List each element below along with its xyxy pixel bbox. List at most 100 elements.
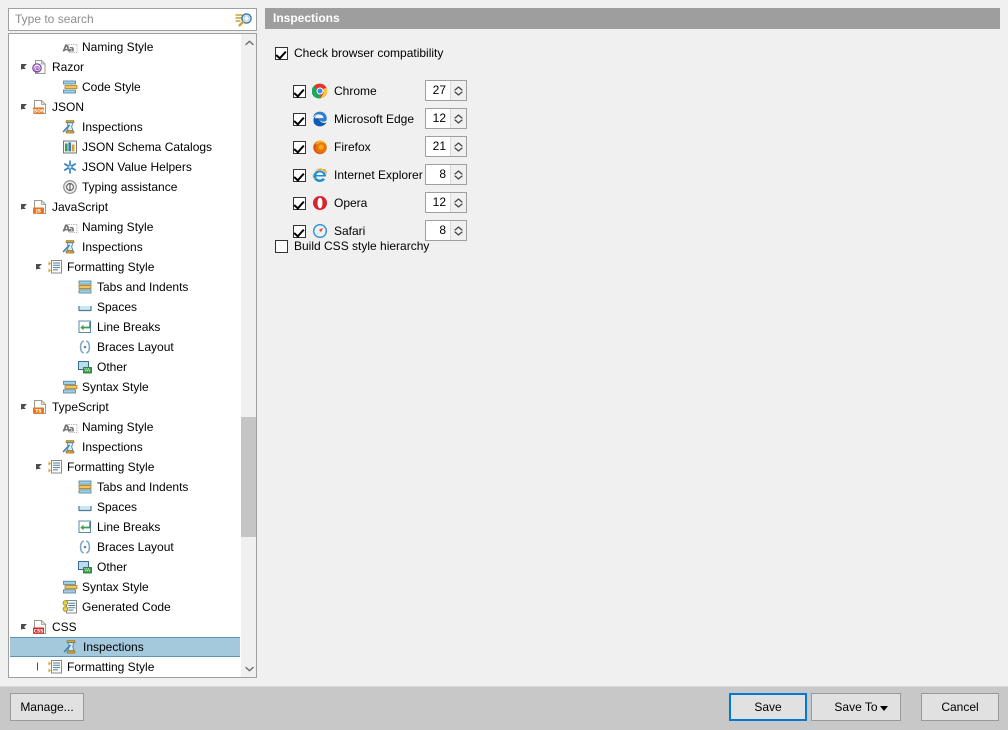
- build-css-style-hierarchy-label: Build CSS style hierarchy: [294, 239, 430, 253]
- save-to-button[interactable]: Save To: [811, 693, 901, 721]
- tree-item-json-schema-catalogs[interactable]: JSON Schema Catalogs: [9, 137, 240, 157]
- tree-item-naming-style[interactable]: Aa Naming Style: [9, 217, 240, 237]
- version-value-internet-explorer[interactable]: 8: [426, 165, 450, 184]
- tree-item-syntax-style[interactable]: Syntax Style: [9, 377, 240, 397]
- version-value-safari[interactable]: 8: [426, 221, 450, 240]
- tree-item-typing-assistance[interactable]: Typing assistance: [9, 177, 240, 197]
- browser-checkbox-microsoft-edge[interactable]: [293, 112, 306, 126]
- settings-tree[interactable]: Aa Naming Style @ Razor Code Style JSON JSON In…: [8, 33, 257, 678]
- tree-item-formatting-style[interactable]: Formatting Style: [9, 257, 240, 277]
- check-browser-compatibility-checkbox[interactable]: [275, 46, 288, 60]
- spinner-down-icon[interactable]: [454, 118, 463, 124]
- browser-checkbox-chrome[interactable]: [293, 84, 306, 98]
- browser-row-opera[interactable]: Opera: [293, 193, 367, 213]
- spinner-down-icon[interactable]: [454, 146, 463, 152]
- browser-checkbox-internet-explorer[interactable]: [293, 168, 306, 182]
- tree-item-naming-style[interactable]: Aa Naming Style: [9, 417, 240, 437]
- browser-row-microsoft-edge[interactable]: Microsoft Edge: [293, 109, 414, 129]
- tree-item-spaces[interactable]: Spaces: [9, 497, 240, 517]
- browser-label-chrome: Chrome: [334, 84, 377, 98]
- tree-item-spaces[interactable]: Spaces: [9, 297, 240, 317]
- tree-item-json[interactable]: JSON JSON: [9, 97, 240, 117]
- save-button[interactable]: Save: [729, 693, 807, 721]
- tree-item-generated-code[interactable]: Generated Code: [9, 597, 240, 617]
- tree-item-inspections[interactable]: Inspections: [9, 437, 240, 457]
- version-value-opera[interactable]: 12: [426, 193, 450, 212]
- expand-arrow-right-icon[interactable]: [34, 657, 47, 677]
- version-spinner-internet-explorer[interactable]: 8: [425, 164, 467, 185]
- tree-item-line-breaks[interactable]: Line Breaks: [9, 517, 240, 537]
- expand-arrow-down-icon[interactable]: [19, 97, 32, 117]
- version-value-microsoft-edge[interactable]: 12: [426, 109, 450, 128]
- tree-item-json-value-helpers[interactable]: JSON Value Helpers: [9, 157, 240, 177]
- version-value-firefox[interactable]: 21: [426, 137, 450, 156]
- tree-item-other[interactable]: Other: [9, 557, 240, 577]
- tree-item-formatting-style[interactable]: Formatting Style: [9, 657, 240, 677]
- spinner-buttons-firefox[interactable]: [450, 137, 466, 156]
- manage-button[interactable]: Manage...: [10, 693, 84, 721]
- tree-vertical-scrollbar[interactable]: [240, 34, 256, 677]
- build-css-style-hierarchy-row[interactable]: Build CSS style hierarchy: [275, 236, 429, 256]
- expand-arrow-down-icon[interactable]: [19, 617, 32, 637]
- chevron-down-icon[interactable]: [241, 660, 256, 677]
- scrollbar-thumb[interactable]: [241, 417, 256, 537]
- search-input[interactable]: [9, 10, 232, 29]
- expand-arrow-down-icon[interactable]: [34, 257, 47, 277]
- spinner-down-icon[interactable]: [454, 202, 463, 208]
- cancel-button[interactable]: Cancel: [921, 693, 999, 721]
- tree-item-tabs-and-indents[interactable]: Tabs and Indents: [9, 277, 240, 297]
- version-spinner-firefox[interactable]: 21: [425, 136, 467, 157]
- chevron-down-icon: [880, 706, 888, 711]
- spinner-down-icon[interactable]: [454, 230, 463, 236]
- tree-item-code-style[interactable]: Code Style: [9, 77, 240, 97]
- tree-item-braces-layout[interactable]: Braces Layout: [9, 337, 240, 357]
- spinner-buttons-chrome[interactable]: [450, 81, 466, 100]
- browser-row-firefox[interactable]: Firefox: [293, 137, 371, 157]
- tree-item-other[interactable]: Other: [9, 357, 240, 377]
- search-icon[interactable]: [232, 9, 256, 30]
- browser-checkbox-opera[interactable]: [293, 196, 306, 210]
- version-spinner-microsoft-edge[interactable]: 12: [425, 108, 467, 129]
- tree-item-razor[interactable]: @ Razor: [9, 57, 240, 77]
- tree-item-line-breaks[interactable]: Line Breaks: [9, 317, 240, 337]
- tree-item-braces-layout[interactable]: Braces Layout: [9, 537, 240, 557]
- expand-arrow-down-icon[interactable]: [34, 457, 47, 477]
- expand-arrow-down-icon[interactable]: [19, 397, 32, 417]
- chevron-up-icon[interactable]: [241, 34, 256, 51]
- browser-label-firefox: Firefox: [334, 140, 371, 154]
- version-spinner-safari[interactable]: 8: [425, 220, 467, 241]
- tree-item-css[interactable]: CSS CSS: [9, 617, 240, 637]
- tree-item-formatting-style[interactable]: Formatting Style: [9, 457, 240, 477]
- tree-item-label: Other: [97, 560, 128, 574]
- spinner-down-icon[interactable]: [454, 90, 463, 96]
- tree-item-label: TypeScript: [52, 400, 109, 414]
- tree-item-inspections[interactable]: Inspections: [9, 237, 240, 257]
- browser-row-internet-explorer[interactable]: Internet Explorer: [293, 165, 423, 185]
- tree-item-naming-style[interactable]: Aa Naming Style: [9, 37, 240, 57]
- version-spinner-chrome[interactable]: 27: [425, 80, 467, 101]
- browser-row-chrome[interactable]: Chrome: [293, 81, 377, 101]
- version-spinner-opera[interactable]: 12: [425, 192, 467, 213]
- tree-item-syntax-style[interactable]: Syntax Style: [9, 577, 240, 597]
- version-value-chrome[interactable]: 27: [426, 81, 450, 100]
- inspections-icon: [62, 439, 78, 455]
- expand-arrow-down-icon[interactable]: [19, 197, 32, 217]
- expand-arrow-down-icon[interactable]: [19, 57, 32, 77]
- tree-item-label: Formatting Style: [67, 260, 155, 274]
- spinner-down-icon[interactable]: [454, 174, 463, 180]
- spinner-buttons-safari[interactable]: [450, 221, 466, 240]
- tabs-indents-icon: [77, 279, 93, 295]
- check-browser-compatibility-row[interactable]: Check browser compatibility: [275, 43, 443, 63]
- tree-item-inspections[interactable]: Inspections: [10, 637, 240, 657]
- spinner-buttons-opera[interactable]: [450, 193, 466, 212]
- browser-checkbox-firefox[interactable]: [293, 140, 306, 154]
- tree-item-typescript[interactable]: TS TypeScript: [9, 397, 240, 417]
- search-box[interactable]: [8, 8, 257, 31]
- tree-item-tabs-and-indents[interactable]: Tabs and Indents: [9, 477, 240, 497]
- spinner-buttons-microsoft-edge[interactable]: [450, 109, 466, 128]
- tree-item-javascript[interactable]: JS JavaScript: [9, 197, 240, 217]
- build-css-style-hierarchy-checkbox[interactable]: [275, 239, 288, 253]
- tree-item-inspections[interactable]: Inspections: [9, 117, 240, 137]
- spinner-buttons-internet-explorer[interactable]: [450, 165, 466, 184]
